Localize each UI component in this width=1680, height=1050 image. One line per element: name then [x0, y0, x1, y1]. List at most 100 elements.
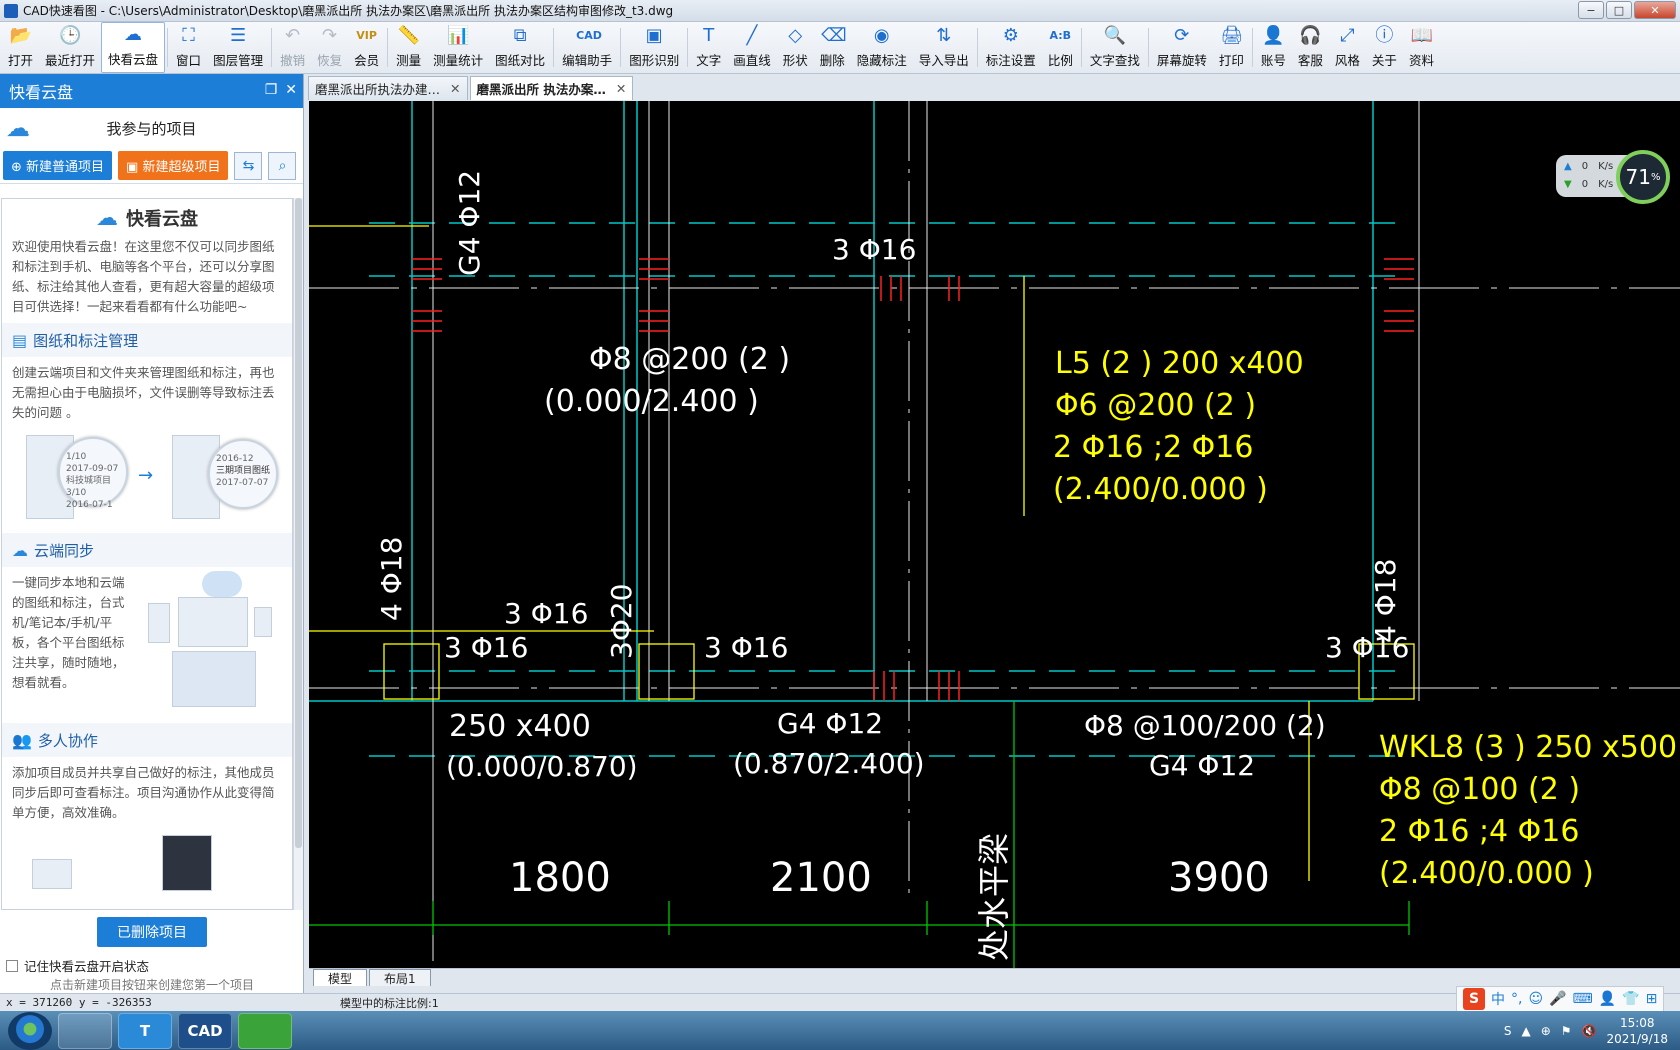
minimize-button[interactable]: − [1578, 1, 1604, 19]
toolbar-button-8[interactable]: 📏 测量 [390, 22, 427, 73]
monitor-illustration [178, 597, 248, 647]
user-icon[interactable]: 👤 [1599, 991, 1616, 1007]
tab-close-icon[interactable]: ✕ [450, 81, 460, 96]
toolbar-button-21[interactable]: 🔍 文字查找 [1084, 22, 1146, 73]
network-speed-widget[interactable]: ▲ 0 K/s ▼ 0 K/s 71% [1556, 150, 1674, 204]
cad-canvas[interactable]: 3 Φ16 Φ8 @200 (2 ) (0.000/2.400 ) G4 Φ12… [309, 101, 1680, 968]
tab-document-1[interactable]: 磨黑派出所执法办建… ✕ [308, 76, 468, 100]
toolbar-button-6: ↷ 恢复 [311, 22, 348, 73]
collab-illustration [12, 829, 282, 891]
zoom-circle-left: 1/10 2017-09-07 科技城项目 3/10 2016-07-1 [58, 437, 128, 510]
mic-icon[interactable]: 🎤 [1549, 991, 1566, 1007]
toolbar-label: 资料 [1408, 53, 1434, 68]
management-illustration: 1/10 2017-09-07 科技城项目 3/10 2016-07-1 → 2… [12, 429, 282, 527]
toolbar-button-17[interactable]: ◉ 隐藏标注 [851, 22, 913, 73]
maximize-button[interactable]: □ [1606, 1, 1632, 19]
scroll-thumb[interactable] [295, 198, 302, 848]
cloud-intro-content[interactable]: ☁ 快看云盘 欢迎使用快看云盘！在这里您不仅可以同步图纸和标注到手机、电脑等各个… [1, 198, 293, 910]
cloud-sync-icon: ☁ [12, 540, 28, 560]
toolbar-button-22[interactable]: ⟳ 屏幕旋转 [1151, 22, 1213, 73]
tab-document-2[interactable]: 磨黑派出所 执法办案… ✕ [469, 76, 634, 100]
taskbar-app-cad[interactable]: CAD [178, 1012, 232, 1049]
toolbar-button-2[interactable]: ☁ 快看云盘 [101, 22, 166, 73]
tray-network-icon[interactable]: ⊕ [1541, 1024, 1551, 1038]
toolbar-button-0[interactable]: 📂 打开 [2, 22, 39, 73]
memory-percent: 71 [1625, 165, 1651, 189]
new-normal-project-button[interactable]: ⊕ 新建普通项目 [3, 151, 113, 180]
toolbar-button-26[interactable]: ⤢ 风格 [1329, 22, 1366, 73]
tab-layout1[interactable]: 布局1 [369, 969, 431, 986]
start-button[interactable] [8, 1011, 52, 1050]
toolbar-button-23[interactable]: 🖨 打印 [1213, 22, 1250, 73]
panel-restore-icon[interactable]: ❐ [265, 82, 278, 98]
shape-icon: ◇ [788, 25, 803, 46]
compare-icon: ⧉ [513, 25, 527, 46]
toolbar-button-14[interactable]: ╱ 画直线 [727, 22, 777, 73]
toolbar-button-1[interactable]: 🕒 最近打开 [39, 22, 101, 73]
toolbar-button-15[interactable]: ◇ 形状 [777, 22, 814, 73]
toolbar-button-28[interactable]: 📖 资料 [1403, 22, 1440, 73]
toolbar-button-3[interactable]: ⛶ 窗口 [170, 22, 207, 73]
toolbar-button-11[interactable]: CAD 编辑助手 [556, 22, 618, 73]
toolbar-label: 图形识别 [629, 53, 680, 68]
toolbar-button-5: ↶ 撤销 [274, 22, 311, 73]
toolbar-button-7[interactable]: VIP 会员 [348, 22, 385, 73]
taskbar-app-t[interactable]: T [118, 1012, 172, 1049]
tab-model[interactable]: 模型 [313, 969, 368, 986]
download-arrow-icon: ▼ [1564, 179, 1572, 190]
keyboard-icon[interactable]: ⌨ [1573, 991, 1593, 1007]
skin-icon[interactable]: 👕 [1622, 991, 1639, 1007]
drawing-svg: 3 Φ16 Φ8 @200 (2 ) (0.000/2.400 ) G4 Φ12… [309, 101, 1680, 968]
tray-expand-icon[interactable]: ▲ [1521, 1024, 1530, 1038]
deleted-projects-button[interactable]: 已删除项目 [97, 917, 207, 947]
toolbar-button-16[interactable]: ⌫ 删除 [814, 22, 851, 73]
emoji-icon[interactable]: ☺ [1528, 991, 1543, 1007]
new-super-project-label: 新建超级项目 [142, 160, 221, 175]
create-project-hint: 点击新建项目按钮来创建您第一个项目 [49, 978, 254, 992]
taskbar-app-calculator[interactable] [58, 1012, 112, 1049]
toolbar-button-12[interactable]: ▣ 图形识别 [623, 22, 685, 73]
search-button[interactable]: ⌕ [268, 151, 297, 180]
panel-close-icon[interactable]: ✕ [285, 82, 297, 98]
toolbar-separator [976, 28, 978, 67]
checkbox-box[interactable] [6, 959, 18, 972]
illus-text: 1/10 [66, 452, 87, 462]
toolbar-button-20[interactable]: A:B 比例 [1042, 22, 1079, 73]
panel-scrollbar[interactable] [293, 198, 303, 910]
sogou-icon[interactable]: S [1463, 988, 1485, 1010]
toolbar-button-10[interactable]: ⧉ 图纸对比 [489, 22, 551, 73]
ime-toolbar[interactable]: S 中 °, ☺ 🎤 ⌨ 👤 👕 ⊞ [1456, 986, 1665, 1012]
toolbar-button-18[interactable]: ⇅ 导入导出 [913, 22, 975, 73]
style-icon: ⤢ [1340, 25, 1355, 46]
toolbar-button-25[interactable]: 🎧 客服 [1292, 22, 1329, 73]
section-text: 添加项目成员并共享自己做好的标注，其他成员同步后即可查看标注。项目沟通协作从此变… [12, 765, 275, 820]
new-super-project-button[interactable]: ▣ 新建超级项目 [118, 151, 229, 180]
ime-language[interactable]: 中 [1491, 989, 1505, 1009]
toolbar-button-27[interactable]: ⓘ 关于 [1366, 22, 1403, 73]
tray-volume-icon[interactable]: 🔇 [1582, 1024, 1597, 1038]
grid-icon[interactable]: ⊞ [1646, 991, 1658, 1007]
toolbar-button-19[interactable]: ⚙ 标注设置 [980, 22, 1042, 73]
taskbar-app-green[interactable] [238, 1012, 292, 1049]
illus-text: 2017-07-07 [216, 478, 269, 488]
toolbar-button-4[interactable]: ☰ 图层管理 [207, 22, 269, 73]
sync-button[interactable]: ⇆ [234, 151, 263, 180]
text-search-icon: 🔍 [1103, 25, 1127, 46]
tray-flag-icon[interactable]: ⚑ [1561, 1024, 1572, 1038]
toolbar-button-13[interactable]: T 文字 [690, 22, 727, 73]
toolbar-button-24[interactable]: 👤 账号 [1255, 22, 1292, 73]
ime-punct[interactable]: °, [1511, 991, 1522, 1007]
toolbar-separator [687, 28, 689, 67]
tab-close-icon[interactable]: ✕ [616, 81, 626, 96]
close-button[interactable]: ✕ [1634, 1, 1676, 19]
drawing-text: 3Φ20 [605, 584, 638, 659]
clock[interactable]: 15:08 2021/9/18 [1606, 1015, 1668, 1047]
toolbar-label: 标注设置 [985, 53, 1036, 68]
section-title: 云端同步 [34, 541, 95, 560]
my-projects-row[interactable]: ☁ 我参与的项目 [0, 108, 303, 148]
title-bar: CAD快速看图 - C:\Users\Administrator\Desktop… [0, 0, 1680, 22]
tray-sogou-icon[interactable]: S [1504, 1024, 1512, 1038]
toolbar-button-9[interactable]: 📊 测量统计 [427, 22, 489, 73]
drawing-text: 4 Φ18 [375, 537, 408, 621]
remember-state-checkbox[interactable]: 记住快看云盘开启状态 [6, 956, 149, 975]
